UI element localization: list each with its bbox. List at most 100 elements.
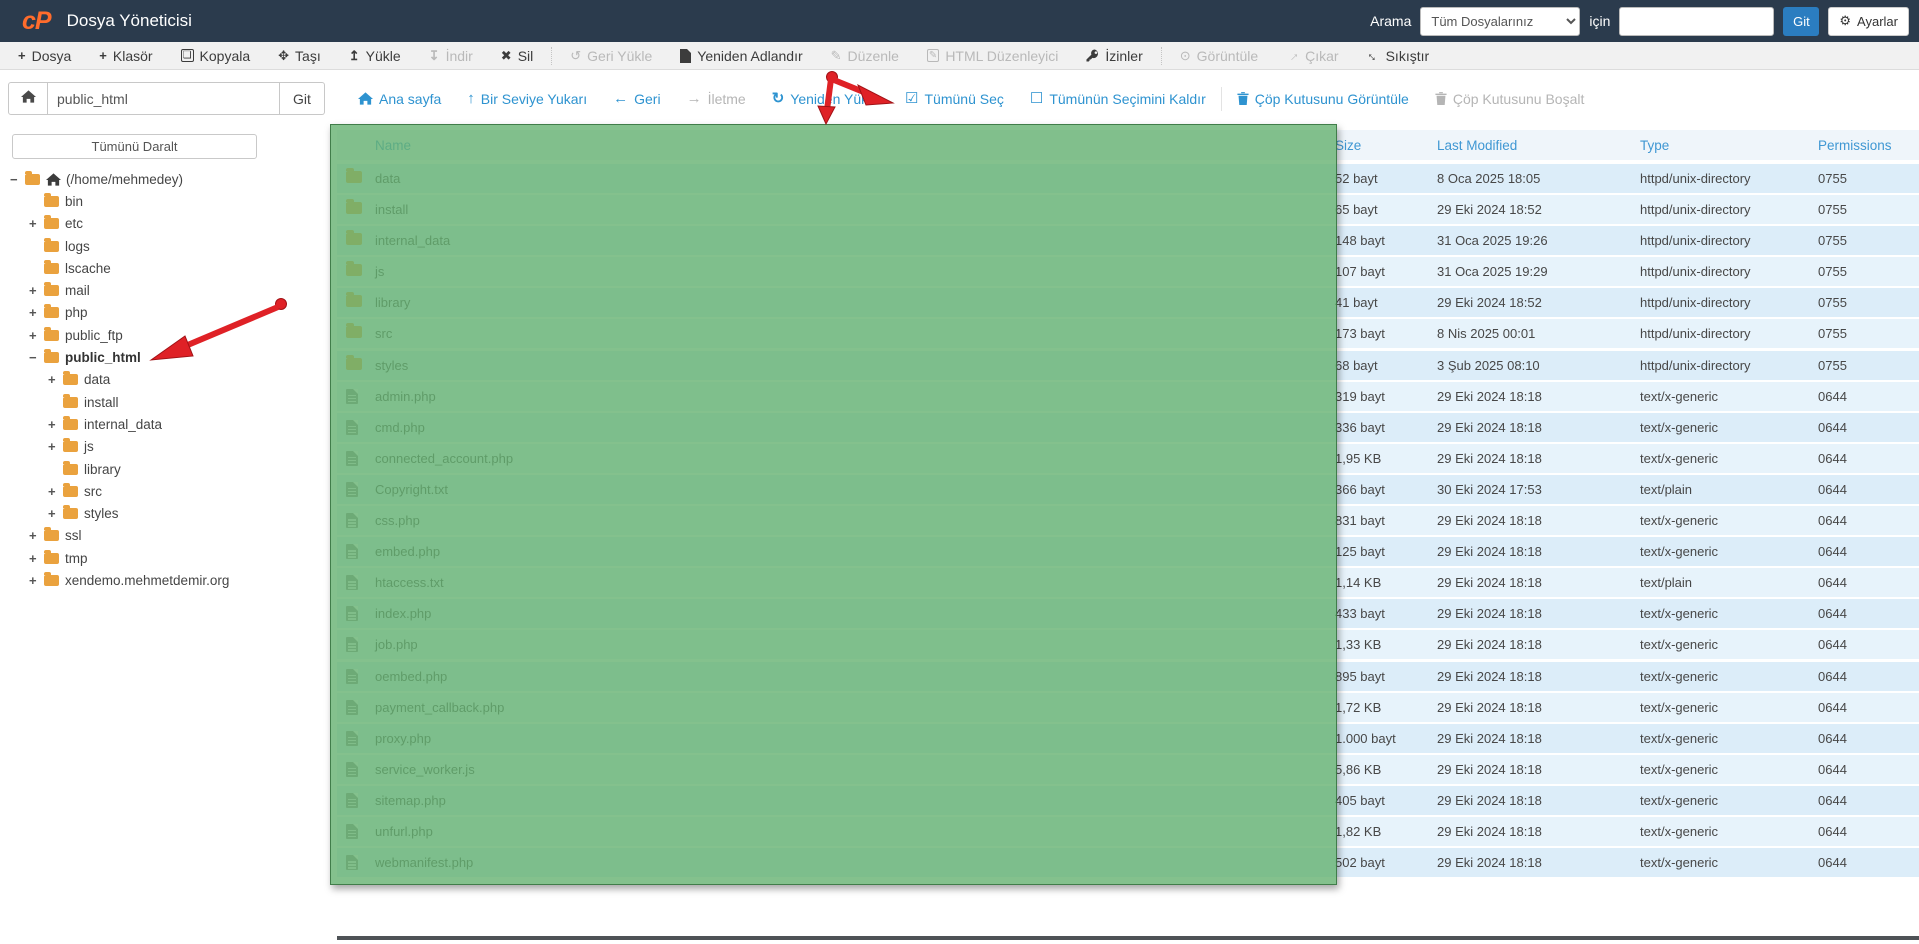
- toolbar-button-kar[interactable]: →Çıkar: [1272, 42, 1352, 69]
- toolbar-button-sil[interactable]: ✖Sil: [487, 42, 547, 69]
- nav-button-label: Tümünü Seç: [925, 91, 1004, 107]
- tree-item-data[interactable]: +data: [0, 369, 330, 391]
- file-row-copyright-txt[interactable]: Copyright.txt 366 bayt 30 Eki 2024 17:53…: [337, 475, 1919, 504]
- toolbar-button-yeniden-adland-r[interactable]: Yeniden Adlandır: [666, 42, 816, 69]
- settings-button[interactable]: ⚙Ayarlar: [1828, 7, 1909, 36]
- nav-button-p-kutusunu-g-r-nt-le[interactable]: Çöp Kutusunu Görüntüle: [1224, 91, 1422, 107]
- tree-item-tmp[interactable]: +tmp: [0, 547, 330, 569]
- toolbar-button-d-zenle[interactable]: ✎Düzenle: [817, 42, 913, 69]
- toolbar-button-s-k-t-r[interactable]: ↔Sıkıştır: [1353, 42, 1444, 69]
- tree-toggle[interactable]: +: [48, 506, 63, 521]
- tree-toggle[interactable]: +: [29, 551, 44, 566]
- tree-item-public-ftp[interactable]: +public_ftp: [0, 324, 330, 346]
- tree-toggle[interactable]: +: [48, 372, 63, 387]
- tree-item-ssl[interactable]: +ssl: [0, 525, 330, 547]
- column-header-permissions[interactable]: Permissions: [1818, 138, 1892, 153]
- tree-toggle[interactable]: +: [29, 528, 44, 543]
- tree-item-bin[interactable]: bin: [0, 190, 330, 212]
- file-row-cmd-php[interactable]: cmd.php 336 bayt 29 Eki 2024 18:18 text/…: [337, 413, 1919, 442]
- search-input[interactable]: [1619, 7, 1774, 36]
- file-row-connected-account-php[interactable]: connected_account.php 1,95 KB 29 Eki 202…: [337, 444, 1919, 473]
- tree-toggle[interactable]: +: [48, 484, 63, 499]
- tree-item-styles[interactable]: +styles: [0, 502, 330, 524]
- nav-button-ana-sayfa[interactable]: Ana sayfa: [345, 91, 454, 107]
- tree-toggle[interactable]: +: [29, 305, 44, 320]
- toolbar-button-y-kle[interactable]: ↥Yükle: [335, 42, 415, 69]
- toolbar-button-kopyala[interactable]: ❏Kopyala: [167, 42, 265, 69]
- file-row-src[interactable]: src 173 bayt 8 Nis 2025 00:01 httpd/unix…: [337, 319, 1919, 348]
- column-header-type[interactable]: Type: [1640, 138, 1669, 153]
- search-go-button[interactable]: Git: [1783, 7, 1819, 36]
- nav-button-bir-seviye-yukar[interactable]: ↑Bir Seviye Yukarı: [454, 91, 600, 107]
- tree-item-etc[interactable]: +etc: [0, 213, 330, 235]
- file-row-job-php[interactable]: job.php 1,33 KB 29 Eki 2024 18:18 text/x…: [337, 630, 1919, 659]
- tree-toggle[interactable]: −: [10, 172, 25, 187]
- file-row-internal-data[interactable]: internal_data 148 bayt 31 Oca 2025 19:26…: [337, 226, 1919, 255]
- file-row-index-php[interactable]: index.php 433 bayt 29 Eki 2024 18:18 tex…: [337, 599, 1919, 628]
- toolbar-button-i-ndir[interactable]: ↧İndir: [415, 42, 487, 69]
- toolbar-button-ta[interactable]: ✥Taşı: [264, 42, 335, 69]
- tree-toggle[interactable]: +: [29, 283, 44, 298]
- tree-toggle[interactable]: −: [29, 350, 44, 365]
- tree-toggle[interactable]: +: [48, 439, 63, 454]
- nav-button-t-m-n-se[interactable]: ☑Tümünü Seç: [892, 91, 1017, 107]
- file-row-sitemap-php[interactable]: sitemap.php 405 bayt 29 Eki 2024 18:18 t…: [337, 786, 1919, 815]
- file-icon: [346, 544, 358, 559]
- column-header-size[interactable]: Size: [1335, 138, 1361, 153]
- file-row-css-php[interactable]: css.php 831 bayt 29 Eki 2024 18:18 text/…: [337, 506, 1919, 535]
- nav-button-p-kutusunu-bo-alt[interactable]: Çöp Kutusunu Boşalt: [1422, 91, 1598, 107]
- file-row-service-worker-js[interactable]: service_worker.js 5,86 KB 29 Eki 2024 18…: [337, 755, 1919, 784]
- tree-item-install[interactable]: install: [0, 391, 330, 413]
- column-header-name[interactable]: Name: [375, 138, 411, 153]
- file-row-webmanifest-php[interactable]: webmanifest.php 502 bayt 29 Eki 2024 18:…: [337, 848, 1919, 877]
- tree-item-logs[interactable]: logs: [0, 235, 330, 257]
- file-row-data[interactable]: data 52 bayt 8 Oca 2025 18:05 httpd/unix…: [337, 164, 1919, 193]
- tree-item-label: lscache: [65, 261, 111, 276]
- toolbar-button-html-d-zenleyici[interactable]: ✎HTML Düzenleyici: [913, 42, 1072, 69]
- tree-toggle[interactable]: +: [29, 328, 44, 343]
- toolbar-button-g-r-nt-le[interactable]: ⊙Görüntüle: [1166, 42, 1272, 69]
- tree-item-js[interactable]: +js: [0, 436, 330, 458]
- toolbar-button-dosya[interactable]: +Dosya: [4, 42, 85, 69]
- file-row-styles[interactable]: styles 68 bayt 3 Şub 2025 08:10 httpd/un…: [337, 351, 1919, 380]
- nav-button-i-letme[interactable]: →İletme: [674, 91, 759, 107]
- file-row-embed-php[interactable]: embed.php 125 bayt 29 Eki 2024 18:18 tex…: [337, 537, 1919, 566]
- tree-item-lscache[interactable]: lscache: [0, 257, 330, 279]
- cell-name: htaccess.txt: [375, 575, 444, 590]
- path-go-button[interactable]: Git: [280, 82, 325, 115]
- tree-item-home-mehmedey[interactable]: −(/home/mehmedey): [0, 168, 330, 190]
- column-header-last-modified[interactable]: Last Modified: [1437, 138, 1517, 153]
- nav-button-yeniden-y-kle[interactable]: ↻Yeniden Yükle: [759, 91, 892, 107]
- collapse-all-button[interactable]: Tümünü Daralt: [12, 134, 257, 159]
- search-scope-select[interactable]: Tüm Dosyalarınız: [1420, 7, 1580, 36]
- file-row-proxy-php[interactable]: proxy.php 1.000 bayt 29 Eki 2024 18:18 t…: [337, 724, 1919, 753]
- cell-type: text/x-generic: [1640, 389, 1718, 404]
- file-row-admin-php[interactable]: admin.php 319 bayt 29 Eki 2024 18:18 tex…: [337, 382, 1919, 411]
- file-icon: [346, 389, 358, 404]
- cell-type: text/x-generic: [1640, 451, 1718, 466]
- toolbar-button-geri-y-kle[interactable]: ↺Geri Yükle: [556, 42, 666, 69]
- tree-item-src[interactable]: +src: [0, 480, 330, 502]
- tree-item-public-html[interactable]: −public_html: [0, 346, 330, 368]
- tree-item-internal-data[interactable]: +internal_data: [0, 413, 330, 435]
- home-directory-button[interactable]: [8, 82, 48, 115]
- file-row-unfurl-php[interactable]: unfurl.php 1,82 KB 29 Eki 2024 18:18 tex…: [337, 817, 1919, 846]
- tree-toggle[interactable]: +: [29, 216, 44, 231]
- file-row-library[interactable]: library 41 bayt 29 Eki 2024 18:52 httpd/…: [337, 288, 1919, 317]
- toolbar-button-klas-r[interactable]: +Klasör: [85, 42, 166, 69]
- tree-toggle[interactable]: +: [29, 573, 44, 588]
- toolbar-button-i-zinler[interactable]: İzinler: [1072, 42, 1156, 69]
- file-row-htaccess-txt[interactable]: htaccess.txt 1,14 KB 29 Eki 2024 18:18 t…: [337, 568, 1919, 597]
- file-row-payment-callback-php[interactable]: payment_callback.php 1,72 KB 29 Eki 2024…: [337, 693, 1919, 722]
- tree-toggle[interactable]: +: [48, 417, 63, 432]
- tree-item-xendemo-mehmetdemir-org[interactable]: +xendemo.mehmetdemir.org: [0, 569, 330, 591]
- nav-button-t-m-n-n-se-imini-kald-r[interactable]: ☐Tümünün Seçimini Kaldır: [1017, 91, 1219, 107]
- path-input[interactable]: [48, 82, 280, 115]
- tree-item-library[interactable]: library: [0, 458, 330, 480]
- nav-button-geri[interactable]: ←Geri: [600, 91, 673, 107]
- tree-item-mail[interactable]: +mail: [0, 279, 330, 301]
- tree-item-php[interactable]: +php: [0, 302, 330, 324]
- file-row-js[interactable]: js 107 bayt 31 Oca 2025 19:29 httpd/unix…: [337, 257, 1919, 286]
- file-row-install[interactable]: install 65 bayt 29 Eki 2024 18:52 httpd/…: [337, 195, 1919, 224]
- file-row-oembed-php[interactable]: oembed.php 895 bayt 29 Eki 2024 18:18 te…: [337, 662, 1919, 691]
